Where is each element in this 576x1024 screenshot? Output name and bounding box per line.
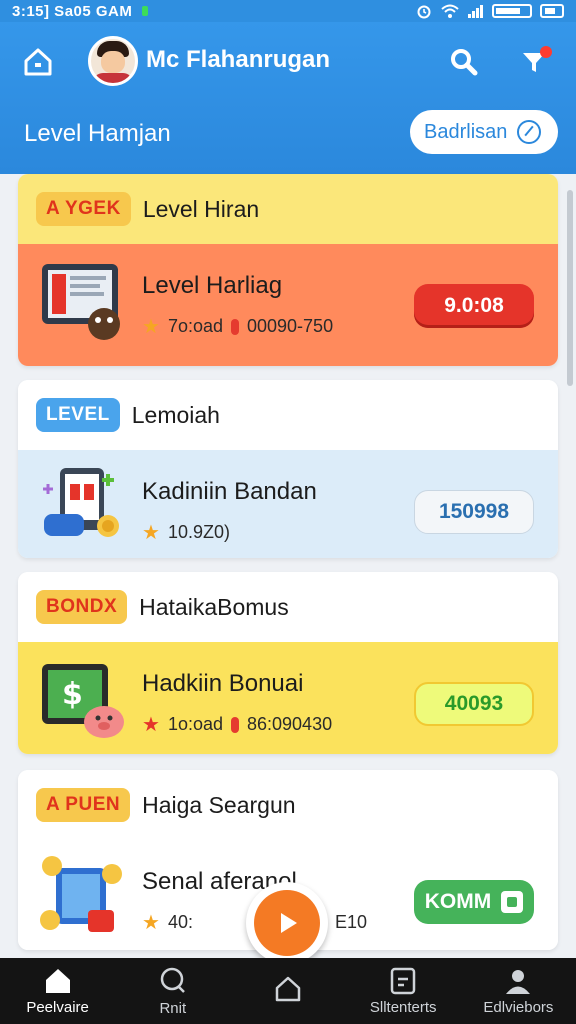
play-icon — [281, 913, 297, 933]
card-meta-right: 00090-750 — [247, 316, 334, 336]
money-pig-illustration-icon: $ — [42, 664, 124, 738]
pin-icon — [231, 318, 239, 335]
pin-icon — [231, 716, 239, 733]
card-header-title: Level Hiran — [142, 195, 260, 222]
nav-label: Rnit — [159, 999, 187, 1017]
card-title: Level Harliag — [142, 272, 283, 299]
card-meta-left: 7o:oad — [167, 316, 223, 336]
card-tag: BONDX — [36, 590, 128, 624]
card-header-title: HataikaBomus — [139, 593, 289, 620]
battery-icon — [492, 4, 532, 18]
header-pill-button[interactable]: Badrlisan — [410, 110, 558, 154]
alarm-icon — [417, 5, 431, 19]
header-pill-label: Badrlisan — [424, 120, 508, 143]
nav-label: Slltenterts — [369, 998, 437, 1016]
search-icon — [160, 967, 185, 993]
nav-item-home[interactable]: Peelvaire — [0, 958, 115, 1024]
battery-secondary-icon — [540, 4, 564, 18]
card-value-label: KOMM — [424, 890, 492, 913]
bottom-nav: Peelvaire Rnit Slltenterts Edlviebors — [0, 958, 576, 1024]
avatar[interactable] — [88, 36, 138, 86]
username: Mc Flahanrugan — [146, 46, 331, 73]
nav-label: Peelvaire — [26, 998, 89, 1016]
card-title: Kadiniin Bandan — [142, 478, 317, 505]
signal-icon — [468, 5, 483, 18]
card-header-title: Haiga Seargun — [142, 791, 296, 818]
card-meta-right: E10 — [334, 912, 367, 932]
star-icon: ★ — [142, 522, 160, 544]
star-icon: ★ — [142, 714, 160, 736]
card-tag: LEVEL — [36, 398, 120, 432]
home-button[interactable] — [20, 44, 56, 80]
nav-item-documents[interactable]: Slltenterts — [346, 958, 461, 1024]
home-icon — [45, 968, 70, 993]
card-tag: A YGEK — [36, 192, 131, 226]
tablet-illustration-icon — [42, 264, 120, 340]
nav-item-search[interactable]: Rnit — [115, 958, 230, 1024]
profile-icon — [506, 969, 531, 994]
search-button[interactable] — [446, 44, 482, 80]
nav-item-center[interactable] — [230, 958, 345, 1024]
nav-label: Edlviebors — [483, 998, 554, 1016]
level-card[interactable]: A YGEK Level Hiran Level Harliag ★ 7o:oa… — [18, 174, 558, 366]
card-meta: ★ 7o:oad 00090-750 — [142, 314, 333, 339]
card-header-title: Lemoiah — [131, 401, 220, 428]
notification-dot-icon — [142, 6, 149, 16]
edit-icon — [517, 120, 542, 144]
card-header: BONDX HataikaBomus — [18, 572, 558, 642]
page-title: Level Hamjan — [24, 120, 171, 147]
star-icon: ★ — [142, 316, 160, 338]
star-icon: ★ — [142, 912, 160, 934]
card-body: $ Hadkiin Bonuai ★ 1o:oad 86:090430 4009… — [18, 642, 558, 754]
status-icons — [416, 3, 564, 19]
card-meta-left: 40: — [167, 912, 193, 932]
status-bar: 3:15] Sa05 GAM — [0, 0, 576, 22]
document-icon — [390, 967, 416, 994]
filter-button[interactable] — [516, 44, 552, 80]
card-header: A PUEN Haiga Seargun — [18, 770, 558, 840]
card-meta: ★ 1o:oad 86:090430 — [142, 712, 332, 737]
svg-text:$: $ — [62, 677, 83, 712]
card-meta: ★ 10.9Z0) — [142, 520, 230, 545]
level-card[interactable]: BONDX HataikaBomus $ Hadkiin Bonuai ★ 1o… — [18, 572, 558, 754]
card-header: LEVEL Lemoiah — [18, 380, 558, 450]
card-value-button[interactable]: 40093 — [414, 682, 534, 726]
phone-game-illustration-icon — [43, 468, 119, 537]
coins-illustration-icon — [40, 856, 122, 932]
level-card[interactable]: LEVEL Lemoiah Kadiniin Bandan ★ 10.9Z0) … — [18, 380, 558, 558]
app-header: Mc Flahanrugan Level Hamjan Badrlisan — [0, 22, 576, 174]
card-value-button[interactable]: KOMM — [414, 880, 534, 924]
notification-badge — [540, 46, 552, 58]
card-value-button[interactable]: 150998 — [414, 490, 534, 534]
scrollbar[interactable] — [567, 190, 573, 386]
card-title: Hadkiin Bonuai — [142, 670, 304, 697]
home-icon — [24, 48, 52, 76]
card-value-button[interactable]: 9.0:08 — [414, 284, 534, 328]
card-body: Kadiniin Bandan ★ 10.9Z0) 150998 — [18, 450, 558, 558]
wifi-icon — [441, 4, 459, 18]
card-meta-left: 10.9Z0) — [167, 522, 230, 542]
house-outline-icon — [275, 976, 301, 1002]
status-time: 3:15] Sa05 GAM — [12, 2, 133, 20]
card-meta-right: 86:090430 — [247, 714, 333, 734]
card-header: A YGEK Level Hiran — [18, 174, 558, 244]
card-meta-left: 1o:oad — [167, 714, 223, 734]
stop-icon — [501, 891, 524, 913]
play-button[interactable] — [246, 882, 328, 964]
nav-item-profile[interactable]: Edlviebors — [461, 958, 576, 1024]
card-tag: A PUEN — [36, 788, 131, 822]
card-body: Level Harliag ★ 7o:oad 00090-750 9.0:08 — [18, 244, 558, 366]
search-icon — [451, 49, 478, 76]
